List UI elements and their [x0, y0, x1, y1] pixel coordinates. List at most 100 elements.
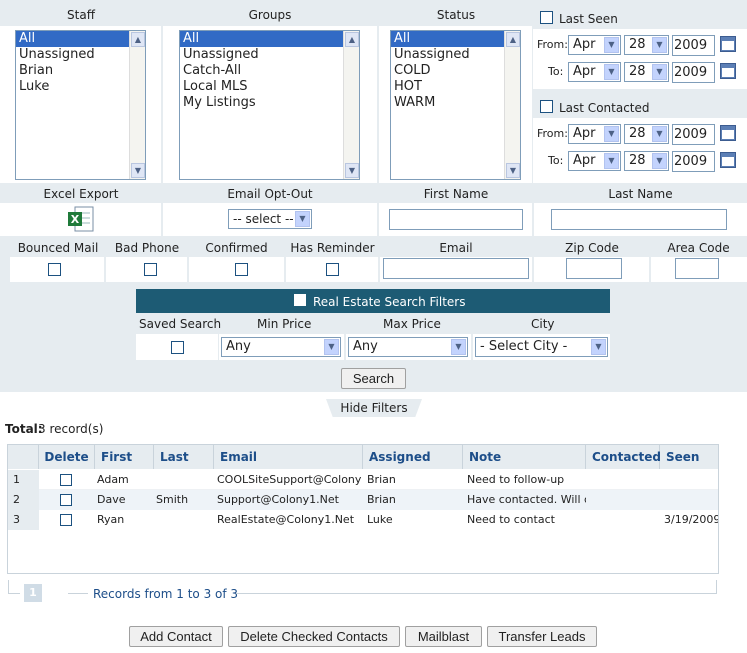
min-price-select[interactable]: Any ▼ — [221, 337, 341, 357]
max-price-select[interactable]: Any ▼ — [348, 337, 468, 357]
delete-checkbox[interactable] — [60, 474, 72, 486]
confirmed-checkbox[interactable] — [235, 263, 248, 276]
chevron-down-icon[interactable]: ▼ — [295, 211, 310, 227]
real-estate-checkbox[interactable] — [294, 294, 306, 306]
chevron-down-icon[interactable]: ▼ — [591, 339, 606, 355]
pager-line — [8, 580, 9, 594]
scroll-down-icon[interactable]: ▼ — [506, 163, 520, 178]
transfer-leads-button[interactable]: Transfer Leads — [487, 626, 597, 647]
scrollbar[interactable]: ▲ ▼ — [343, 31, 359, 179]
chevron-down-icon[interactable]: ▼ — [604, 126, 619, 142]
saved-search-checkbox[interactable] — [171, 341, 184, 354]
list-item[interactable]: WARM — [391, 95, 520, 111]
list-item[interactable]: My Listings — [180, 95, 359, 111]
first-name-input[interactable] — [389, 209, 523, 230]
column-header-delete[interactable]: Delete — [39, 445, 95, 469]
first-name-header: First Name — [378, 187, 534, 201]
email-opt-out-select[interactable]: -- select -- ▼ — [228, 209, 312, 229]
email-input[interactable] — [383, 258, 529, 279]
column-header-email[interactable]: Email — [214, 445, 363, 469]
list-item[interactable]: Unassigned — [180, 47, 359, 63]
table-row[interactable]: 2 Dave Smith Support@Colony1.Net Brian H… — [8, 490, 718, 510]
list-item[interactable]: All — [180, 31, 359, 47]
delete-checkbox[interactable] — [60, 514, 72, 526]
list-item[interactable]: Unassigned — [391, 47, 520, 63]
scroll-down-icon[interactable]: ▼ — [345, 163, 359, 178]
first-cell: Ryan — [97, 513, 125, 526]
last-seen-from-year[interactable]: 2009 — [672, 35, 715, 56]
city-select[interactable]: - Select City - ▼ — [475, 337, 608, 357]
calendar-icon[interactable] — [720, 125, 736, 141]
last-contacted-from-year[interactable]: 2009 — [672, 124, 715, 145]
column-header-contacted[interactable]: Contacted — [586, 445, 661, 469]
column-header-seen[interactable]: Seen — [660, 445, 718, 469]
last-seen-to-month[interactable]: Apr ▼ — [568, 62, 621, 82]
zip-code-input[interactable] — [566, 258, 622, 279]
scroll-up-icon[interactable]: ▲ — [131, 32, 145, 47]
scroll-up-icon[interactable]: ▲ — [506, 32, 520, 47]
list-item[interactable]: Catch-All — [180, 63, 359, 79]
table-row[interactable]: 1 Adam COOLSiteSupport@Colony1.Net Brian… — [8, 470, 718, 490]
last-seen-checkbox[interactable] — [540, 11, 553, 24]
last-contacted-from-day[interactable]: 28 ▼ — [624, 124, 669, 144]
scroll-down-icon[interactable]: ▼ — [131, 163, 145, 178]
scroll-up-icon[interactable]: ▲ — [345, 32, 359, 47]
scrollbar[interactable]: ▲ ▼ — [504, 31, 520, 179]
bad-phone-checkbox[interactable] — [144, 263, 157, 276]
list-item[interactable]: Luke — [16, 79, 145, 95]
groups-listbox[interactable]: All Unassigned Catch-All Local MLS My Li… — [179, 30, 360, 180]
last-contacted-checkbox[interactable] — [540, 100, 553, 113]
delete-checked-contacts-button[interactable]: Delete Checked Contacts — [228, 626, 400, 647]
area-code-input[interactable] — [675, 258, 719, 279]
saved-search-label: Saved Search — [139, 317, 222, 331]
status-header: Status — [378, 8, 534, 22]
chevron-down-icon[interactable]: ▼ — [604, 37, 619, 53]
mailblast-button[interactable]: Mailblast — [405, 626, 482, 647]
list-item[interactable]: Unassigned — [16, 47, 145, 63]
chevron-down-icon[interactable]: ▼ — [652, 126, 667, 142]
pager-page-1[interactable]: 1 — [24, 584, 42, 602]
chevron-down-icon[interactable]: ▼ — [604, 64, 619, 80]
excel-icon[interactable]: X — [67, 206, 95, 232]
search-button[interactable]: Search — [341, 368, 406, 389]
last-contacted-to-month[interactable]: Apr ▼ — [568, 151, 621, 171]
column-header-last[interactable]: Last — [154, 445, 214, 469]
column-header-assigned-staff[interactable]: Assigned Staff — [363, 445, 463, 488]
calendar-icon[interactable] — [720, 152, 736, 168]
has-reminder-checkbox[interactable] — [326, 263, 339, 276]
list-item[interactable]: All — [391, 31, 520, 47]
last-seen-from-month[interactable]: Apr ▼ — [568, 35, 621, 55]
table-row[interactable]: 3 Ryan RealEstate@Colony1.Net Luke Need … — [8, 510, 718, 530]
chevron-down-icon[interactable]: ▼ — [652, 64, 667, 80]
bounced-mail-checkbox[interactable] — [48, 263, 61, 276]
list-item[interactable]: HOT — [391, 79, 520, 95]
calendar-icon[interactable] — [720, 63, 736, 79]
chevron-down-icon[interactable]: ▼ — [604, 153, 619, 169]
list-item[interactable]: Local MLS — [180, 79, 359, 95]
list-item[interactable]: All — [16, 31, 145, 47]
list-item[interactable]: COLD — [391, 63, 520, 79]
email-cell: Support@Colony1.Net — [217, 493, 339, 506]
hide-filters-label[interactable]: Hide Filters — [326, 401, 422, 415]
chevron-down-icon[interactable]: ▼ — [652, 37, 667, 53]
chevron-down-icon[interactable]: ▼ — [324, 339, 339, 355]
column-header-first[interactable]: First — [95, 445, 154, 469]
calendar-icon[interactable] — [720, 36, 736, 52]
add-contact-button[interactable]: Add Contact — [129, 626, 223, 647]
last-seen-from-day[interactable]: 28 ▼ — [624, 35, 669, 55]
list-item[interactable]: Brian — [16, 63, 145, 79]
last-name-input[interactable] — [551, 209, 727, 230]
status-listbox[interactable]: All Unassigned COLD HOT WARM ▲ ▼ — [390, 30, 521, 180]
chevron-down-icon[interactable]: ▼ — [652, 153, 667, 169]
last-contacted-from-month[interactable]: Apr ▼ — [568, 124, 621, 144]
last-contacted-to-day[interactable]: 28 ▼ — [624, 151, 669, 171]
scrollbar[interactable]: ▲ ▼ — [129, 31, 145, 179]
column-header-note[interactable]: Note — [463, 445, 586, 469]
last-seen-to-year[interactable]: 2009 — [672, 62, 715, 83]
last-contacted-to-year[interactable]: 2009 — [672, 151, 715, 172]
chevron-down-icon[interactable]: ▼ — [451, 339, 466, 355]
delete-checkbox[interactable] — [60, 494, 72, 506]
last-seen-to-day[interactable]: 28 ▼ — [624, 62, 669, 82]
staff-listbox[interactable]: All Unassigned Brian Luke ▲ ▼ — [15, 30, 146, 180]
pager-line — [68, 593, 88, 594]
